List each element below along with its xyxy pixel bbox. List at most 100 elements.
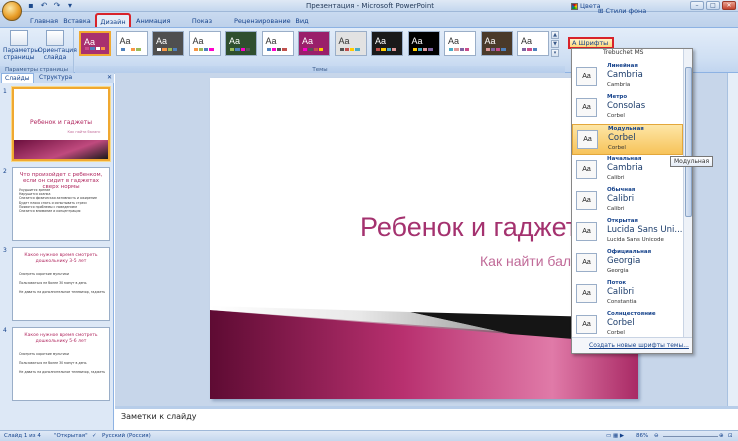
language-label[interactable]: Русский (Россия) <box>102 431 151 441</box>
dropdown-footer: Создать новые шрифты темы... <box>572 337 692 353</box>
tab-animation[interactable]: Анимация <box>136 14 170 28</box>
theme-thumbnail[interactable]: Aa <box>188 31 221 56</box>
thumb-bullet: Снизится внимание и концентрация <box>19 209 81 214</box>
theme-thumbnail[interactable]: Aa <box>517 31 549 56</box>
tab-insert[interactable]: Вставка <box>63 14 91 28</box>
minimize-button[interactable]: – <box>690 1 704 10</box>
tab-review[interactable]: Рецензирование <box>234 14 291 28</box>
dropdown-scrollbar[interactable] <box>683 49 692 337</box>
editor-vertical-scrollbar[interactable] <box>727 73 738 406</box>
theme-thumbnail[interactable]: Aa <box>298 31 330 56</box>
orientation-button[interactable]: Ориентация слайда <box>38 30 77 61</box>
theme-thumbnail-label: Aa <box>521 36 533 46</box>
slide-thumbnail-1[interactable]: Ребенок и гаджеты Как найти баланс <box>12 87 110 161</box>
redo-icon[interactable]: ↷ <box>52 1 62 10</box>
font-scheme-name: Начальная <box>607 156 642 162</box>
theme-thumbnail-label: Aa <box>84 37 96 47</box>
thumb-bullet: Смотреть короткие мультики <box>19 352 69 356</box>
tab-home[interactable]: Главная <box>30 14 58 28</box>
theme-thumbnail[interactable]: Aa <box>115 31 148 56</box>
save-icon[interactable]: ▪ <box>26 1 36 10</box>
customize-qat-icon[interactable]: ▾ <box>65 1 75 10</box>
font-scheme-item[interactable]: Aa Метро Consolas Corbel <box>572 93 683 124</box>
font-scheme-item[interactable]: Aa Модульная Corbel Corbel <box>572 124 683 155</box>
close-button[interactable]: ✕ <box>722 1 736 10</box>
theme-thumbnail[interactable]: Aa <box>407 31 440 56</box>
page-setup-icon <box>10 30 28 46</box>
bg-styles-label: Стили фона <box>605 7 647 15</box>
font-scheme-name: Модульная <box>608 126 644 132</box>
slide-thumbnail-2[interactable]: Что произойдет с ребенком, если он сидит… <box>12 167 110 241</box>
theme-thumbnail-label: Aa <box>338 36 350 46</box>
theme-thumbnail[interactable]: Aa <box>79 31 111 56</box>
gallery-up-icon[interactable]: ▲ <box>551 31 559 39</box>
font-scheme-item[interactable]: Aa Линейная Cambria Cambria <box>572 62 683 93</box>
page-setup-button[interactable]: Параметры страницы <box>3 30 39 61</box>
slide-subtitle[interactable]: Как найти бал <box>480 253 571 269</box>
tab-slideshow[interactable]: Показ слайдов <box>180 14 224 39</box>
slide-title[interactable]: Ребенок и гаджет <box>360 212 578 243</box>
font-scheme-name: Открытая <box>607 218 638 224</box>
thumb-bullet: Пользоваться не более 30 минут в день <box>19 281 87 285</box>
theme-thumbnail-label: Aa <box>119 36 131 46</box>
gallery-down-icon[interactable]: ▼ <box>551 40 559 48</box>
gallery-more-icon[interactable]: ▾ <box>551 49 559 57</box>
tab-slides[interactable]: Слайды <box>1 73 34 83</box>
theme-color-bars <box>85 47 105 50</box>
undo-icon[interactable]: ↶ <box>39 1 49 10</box>
colors-icon <box>571 2 578 10</box>
zoom-level[interactable]: 86% <box>636 431 648 441</box>
theme-thumbnail[interactable]: Aa <box>480 31 513 56</box>
zoom-out-icon[interactable]: ⊖ <box>654 431 659 441</box>
body-font: Calibri <box>607 206 625 212</box>
theme-fonts-dropdown: Trebuchet MS Aa Линейная Cambria Cambria Aa М… <box>571 48 693 354</box>
body-font: Corbel <box>607 330 625 336</box>
zoom-in-icon[interactable]: ⊕ <box>719 431 724 441</box>
background-styles-button[interactable]: ⊞ Стили фона <box>598 7 646 15</box>
spellcheck-icon[interactable]: ✓ <box>92 431 97 441</box>
theme-thumbnail-label: Aa <box>156 36 168 46</box>
font-preview-box: Aa <box>576 315 597 334</box>
slide-thumbnail-4[interactable]: Какое нужное время смотреть дошкольнику … <box>12 327 110 401</box>
theme-thumbnail[interactable]: Aa <box>334 31 367 56</box>
font-preview-box: Aa <box>576 253 597 272</box>
font-scheme-item[interactable]: Aa Открытая Lucida Sans Uni... Lucida Sans … <box>572 217 683 248</box>
theme-color-bars <box>449 48 469 51</box>
partial-font-item[interactable]: Trebuchet MS <box>603 49 643 56</box>
slide-thumbnail-3[interactable]: Какое нужное время смотреть дошкольнику … <box>12 247 110 321</box>
close-pane-icon[interactable]: ✕ <box>104 73 115 83</box>
tab-outline[interactable]: Структура <box>36 73 75 83</box>
office-button[interactable] <box>2 1 22 21</box>
body-font: Corbel <box>608 145 626 151</box>
tab-design[interactable]: Дизайн <box>95 13 131 29</box>
body-font: Georgia <box>607 268 629 274</box>
font-scheme-item[interactable]: Aa Поток Calibri Constantia <box>572 279 683 310</box>
create-theme-fonts-link[interactable]: Создать новые шрифты темы... <box>589 342 689 349</box>
body-font: Calibri <box>607 175 625 181</box>
theme-thumbnail[interactable]: Aa <box>261 31 294 56</box>
thumb-bullets: Ухудшится зрение Нарушится осанка Снизит… <box>19 188 105 213</box>
zoom-slider[interactable] <box>663 436 718 437</box>
theme-thumbnail[interactable]: Aa <box>371 31 403 56</box>
colors-button[interactable]: Цвета <box>571 2 601 10</box>
theme-thumbnail-label: Aa <box>448 36 460 46</box>
font-scheme-item[interactable]: Aa Начальная Cambria Calibri <box>572 155 683 186</box>
scroll-thumb[interactable] <box>685 67 692 217</box>
tab-view[interactable]: Вид <box>295 14 309 28</box>
thumb-bullet: Не давать на дополнительное телевизор, г… <box>19 370 105 374</box>
notes-pane[interactable]: Заметки к слайду <box>115 406 738 430</box>
view-buttons[interactable]: ▭ ▦ ▶ <box>606 431 624 441</box>
font-scheme-item[interactable]: Aa Официальная Georgia Georgia <box>572 248 683 279</box>
theme-thumbnail[interactable]: Aa <box>225 31 257 56</box>
font-preview-box: Aa <box>576 191 597 210</box>
status-bar: Слайд 1 из 4 "Открытая" ✓ Русский (Росси… <box>0 430 738 441</box>
heading-font: Corbel <box>607 318 635 328</box>
theme-thumbnail[interactable]: Aa <box>152 31 184 56</box>
maximize-button[interactable]: □ <box>706 1 720 10</box>
page-setup-group: Параметры страницы Ориентация слайда Пар… <box>0 28 77 74</box>
fit-window-icon[interactable]: ⊡ <box>728 431 733 441</box>
font-preview-box: Aa <box>576 284 597 303</box>
font-scheme-item[interactable]: Aa Обычная Calibri Calibri <box>572 186 683 217</box>
font-preview-box: Aa <box>576 222 597 241</box>
theme-thumbnail[interactable]: Aa <box>444 31 476 56</box>
